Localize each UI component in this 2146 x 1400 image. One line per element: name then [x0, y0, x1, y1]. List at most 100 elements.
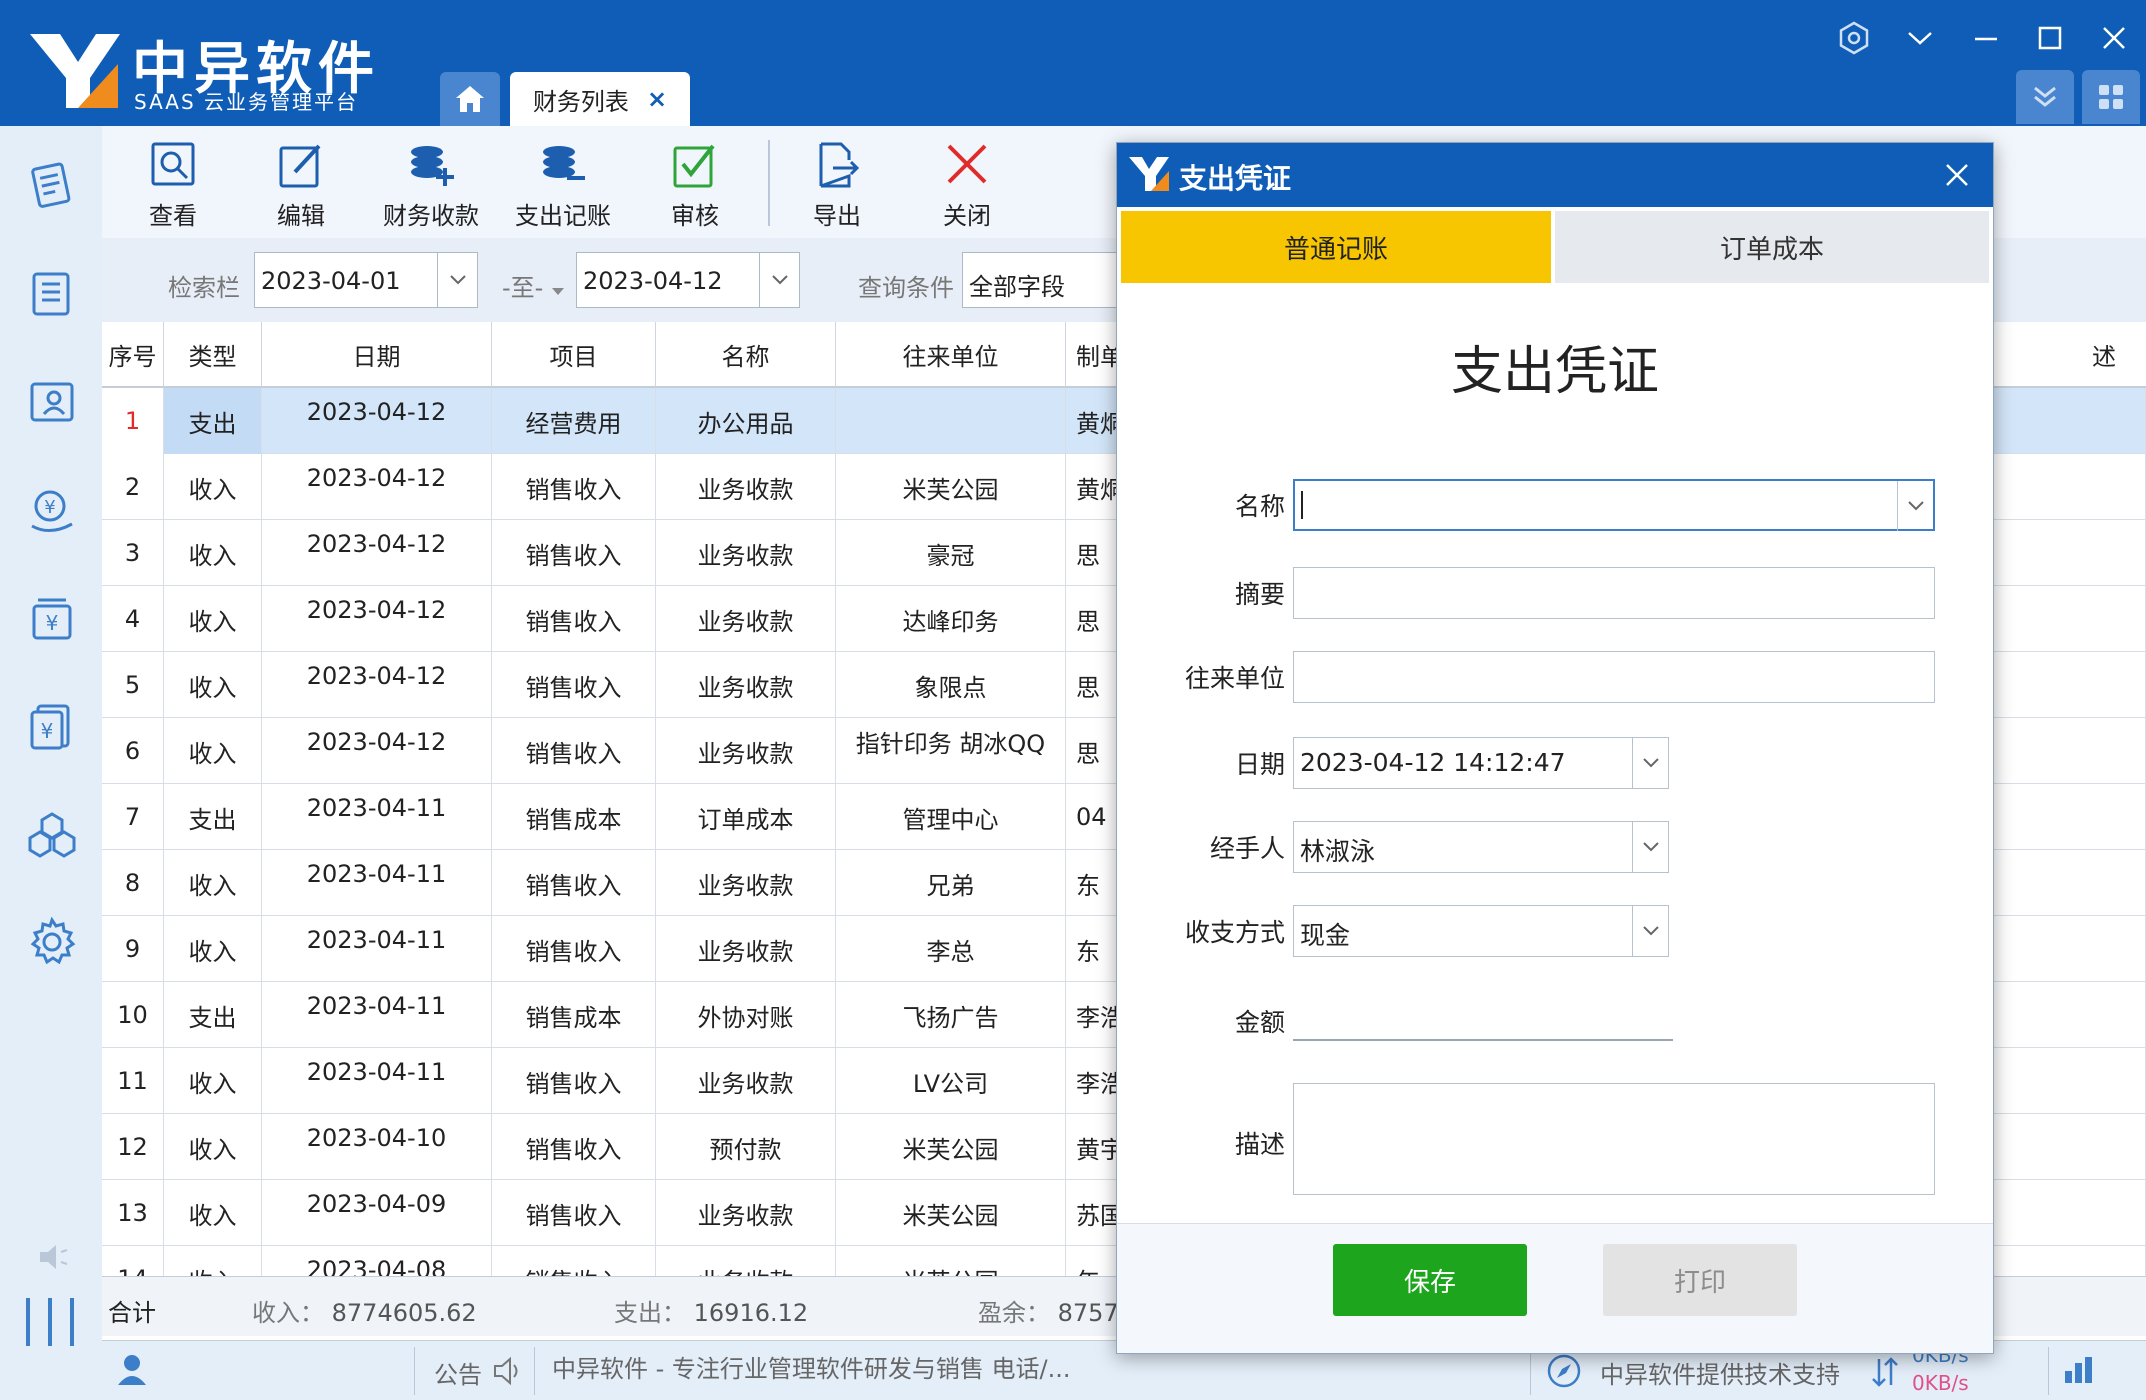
export-button[interactable]: 导出 — [772, 140, 902, 230]
row-name: 业务收款 — [656, 454, 836, 520]
row-name: 业务收款 — [656, 586, 836, 652]
dropdown-button[interactable] — [1900, 18, 1940, 58]
edit-button[interactable]: 编辑 — [236, 140, 366, 230]
row-date: 2023-04-12 — [262, 520, 492, 586]
tab-general-entry[interactable]: 普通记账 — [1121, 211, 1551, 283]
receipt-button[interactable]: 财务收款 — [366, 140, 496, 230]
view-button[interactable]: 查看 — [108, 140, 238, 230]
svg-text:¥: ¥ — [44, 497, 55, 518]
row-type: 收入 — [164, 1114, 262, 1180]
date-combo[interactable]: 2023-04-12 14:12:47 — [1293, 737, 1669, 789]
cubes-icon[interactable] — [26, 808, 78, 860]
bar-chart-icon[interactable] — [2062, 1355, 2096, 1385]
expense-button[interactable]: 支出记账 — [498, 140, 628, 230]
row-type: 收入 — [164, 520, 262, 586]
audit-button[interactable]: 审核 — [630, 140, 760, 230]
close-icon — [2103, 27, 2125, 49]
close-window-button[interactable] — [2094, 18, 2134, 58]
description-textarea[interactable] — [1293, 1083, 1935, 1195]
row-unit: 象限点 — [836, 652, 1066, 718]
col-header-item[interactable]: 项目 — [492, 322, 656, 388]
col-header-name[interactable]: 名称 — [656, 322, 836, 388]
amount-input[interactable] — [1293, 995, 1673, 1041]
chevron-down-icon[interactable] — [759, 253, 799, 307]
close-x-icon — [947, 144, 987, 184]
logo-icon — [1129, 157, 1169, 191]
amount-label: 金额 — [1234, 1008, 1285, 1037]
col-header-date[interactable]: 日期 — [262, 322, 492, 388]
left-sidebar: ¥ ¥ ¥ — [0, 126, 102, 1400]
close-button[interactable]: 关闭 — [902, 140, 1032, 230]
apps-grid-button[interactable] — [2082, 70, 2140, 124]
row-type: 收入 — [164, 850, 262, 916]
query-condition-combo[interactable]: 全部字段 — [962, 252, 1122, 308]
menu-bars-icon[interactable] — [22, 1294, 78, 1350]
handler-combo[interactable]: 林淑泳 — [1293, 821, 1669, 873]
expense-total: 支出： 16916.12 — [614, 1293, 808, 1328]
col-header-no[interactable]: 序号 — [102, 322, 164, 388]
row-unit: 豪冠 — [836, 520, 1066, 586]
coin-minus-icon — [543, 146, 585, 180]
row-number: 11 — [102, 1048, 164, 1114]
row-name: 业务收款 — [656, 718, 836, 784]
row-number: 5 — [102, 652, 164, 718]
settings-hex-button[interactable] — [1834, 18, 1874, 58]
row-name: 业务收款 — [656, 850, 836, 916]
row-date: 2023-04-09 — [262, 1180, 492, 1246]
view-icon — [151, 142, 195, 186]
chevron-down-icon[interactable] — [1897, 481, 1933, 531]
dialog-title-bar[interactable]: 支出凭证 — [1117, 143, 1993, 207]
speaker-notice-icon[interactable] — [492, 1355, 524, 1387]
payment-method-combo[interactable]: 现金 — [1293, 905, 1669, 957]
to-selector[interactable]: -至- — [502, 268, 565, 303]
unit-input[interactable] — [1293, 651, 1935, 703]
chevron-down-icon[interactable] — [1632, 822, 1668, 872]
date-to-combo[interactable]: 2023-04-12 — [576, 252, 800, 308]
chevron-down-icon — [1908, 32, 1932, 45]
row-number: 6 — [102, 718, 164, 784]
chevron-down-icon[interactable] — [1632, 738, 1668, 788]
payment-doc-icon[interactable]: ¥ — [26, 700, 78, 752]
minimize-button[interactable] — [1966, 18, 2006, 58]
income-total: 收入： 8774605.62 — [252, 1293, 477, 1328]
cash-box-icon[interactable]: ¥ — [26, 592, 78, 644]
col-header-unit[interactable]: 往来单位 — [836, 322, 1066, 388]
tab-finance-list[interactable]: 财务列表 × — [510, 72, 690, 126]
save-button[interactable]: 保存 — [1333, 1244, 1527, 1316]
summary-input[interactable] — [1293, 567, 1935, 619]
row-type: 支出 — [164, 388, 262, 454]
row-date: 2023-04-11 — [262, 916, 492, 982]
svg-text:¥: ¥ — [46, 611, 59, 635]
date-label: 日期 — [1234, 750, 1285, 779]
col-header-type[interactable]: 类型 — [164, 322, 262, 388]
row-unit: 米芙公园 — [836, 1114, 1066, 1180]
user-icon[interactable] — [116, 1353, 148, 1387]
row-number: 3 — [102, 520, 164, 586]
home-tab[interactable] — [440, 72, 500, 126]
row-type: 支出 — [164, 982, 262, 1048]
gear-icon[interactable] — [26, 916, 78, 968]
row-item: 销售收入 — [492, 454, 656, 520]
hexagon-settings-icon — [1839, 21, 1869, 55]
chevron-down-icon[interactable] — [437, 253, 477, 307]
maximize-button[interactable] — [2030, 18, 2070, 58]
speaker-icon[interactable] — [36, 1242, 70, 1272]
row-number: 13 — [102, 1180, 164, 1246]
row-type: 收入 — [164, 916, 262, 982]
collapse-tabs-button[interactable] — [2016, 70, 2074, 124]
date-from-value: 2023-04-01 — [261, 267, 401, 295]
finance-hand-icon[interactable]: ¥ — [26, 484, 78, 536]
row-date: 2023-04-12 — [262, 718, 492, 784]
row-date: 2023-04-11 — [262, 784, 492, 850]
contact-card-icon[interactable] — [26, 376, 78, 428]
ledger-icon[interactable] — [26, 160, 78, 212]
date-from-combo[interactable]: 2023-04-01 — [254, 252, 478, 308]
name-combo[interactable] — [1293, 479, 1935, 531]
coin-add-icon — [411, 146, 454, 186]
print-button[interactable]: 打印 — [1603, 1244, 1797, 1316]
tab-close-icon[interactable]: × — [647, 85, 667, 113]
tab-order-cost[interactable]: 订单成本 — [1555, 211, 1989, 283]
dialog-close-button[interactable] — [1935, 153, 1979, 197]
chevron-down-icon[interactable] — [1632, 906, 1668, 956]
document-list-icon[interactable] — [26, 268, 78, 320]
